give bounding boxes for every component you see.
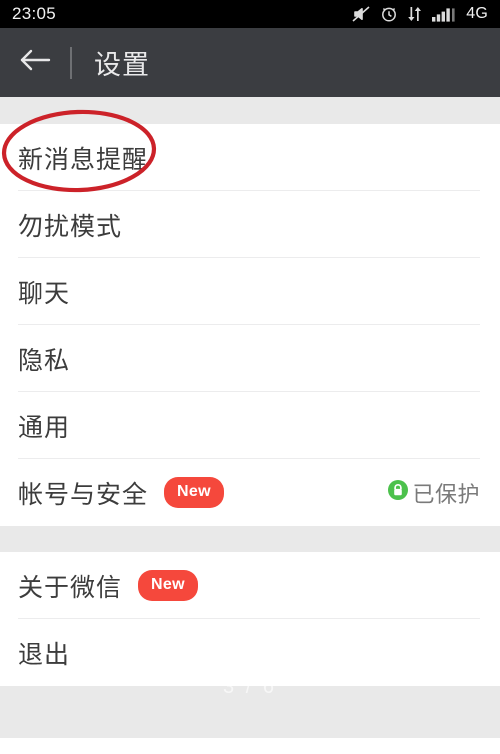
list-item-do-not-disturb[interactable]: 勿扰模式 <box>0 191 500 258</box>
list-item-label: 关于微信 <box>18 573 123 602</box>
list-item-label: 新消息提醒 <box>18 145 149 174</box>
network-type-label: 4G <box>466 5 488 22</box>
green-lock-icon <box>387 479 409 506</box>
list-item-logout[interactable]: 退出 <box>0 619 500 686</box>
status-badge-new: New <box>138 570 198 601</box>
section-gap-bottom <box>0 686 500 738</box>
status-badge-new: New <box>164 477 224 508</box>
row-trailing-status: 已保护 <box>387 477 480 509</box>
list-item-label: 退出 <box>18 640 71 669</box>
list-item-label: 帐号与安全 <box>18 480 149 509</box>
list-item-account-security[interactable]: 帐号与安全 New 已保护 <box>0 459 500 526</box>
list-item-label: 勿扰模式 <box>18 212 123 241</box>
list-item-label: 聊天 <box>18 279 71 308</box>
section-gap-middle <box>0 526 500 552</box>
settings-section-secondary: 关于微信 New 退出 <box>0 552 500 686</box>
list-item-privacy[interactable]: 隐私 <box>0 325 500 392</box>
page-title: 设置 <box>94 50 150 80</box>
status-bar-clock: 23:05 <box>12 4 57 23</box>
header-divider <box>70 46 72 79</box>
list-item-general[interactable]: 通用 <box>0 392 500 459</box>
status-bar-icons: 4G <box>351 5 488 23</box>
status-bar: 23:05 4G <box>0 0 500 28</box>
alarm-clock-icon <box>380 5 398 23</box>
list-item-about-wechat[interactable]: 关于微信 New <box>0 552 500 619</box>
phone-screen: 23:05 4G 设置 新消息提醒 勿扰模式 聊天 隐私 通用 帐号与安全 Ne… <box>0 0 500 754</box>
list-item-label: 通用 <box>18 413 71 442</box>
mute-icon <box>351 5 371 23</box>
list-item-chat[interactable]: 聊天 <box>0 258 500 325</box>
back-arrow-icon <box>18 47 52 78</box>
list-item-label: 隐私 <box>18 346 71 375</box>
section-gap-top <box>0 97 500 124</box>
protected-status-label: 已保护 <box>412 481 480 507</box>
back-button[interactable] <box>0 28 70 97</box>
list-item-new-message-notify[interactable]: 新消息提醒 <box>0 124 500 191</box>
settings-section-primary: 新消息提醒 勿扰模式 聊天 隐私 通用 帐号与安全 New 已保护 <box>0 124 500 526</box>
data-transfer-icon <box>407 5 423 23</box>
signal-bars-icon <box>432 5 456 23</box>
app-header: 设置 <box>0 28 500 97</box>
